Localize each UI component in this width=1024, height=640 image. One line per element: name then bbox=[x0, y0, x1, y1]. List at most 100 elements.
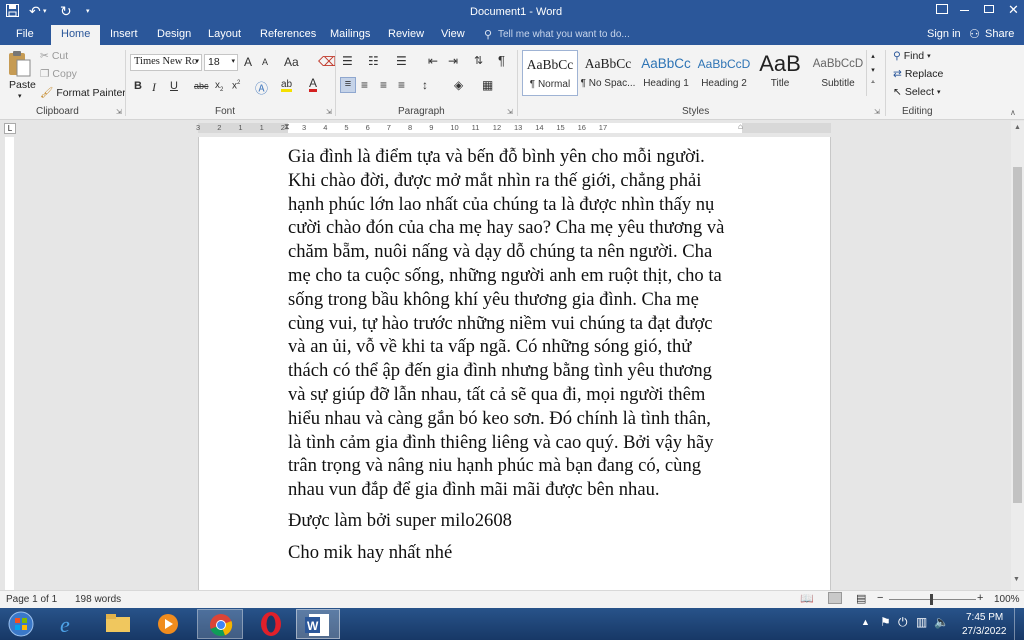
restore-icon[interactable] bbox=[984, 5, 994, 13]
sort-icon[interactable]: ⇅ bbox=[474, 54, 483, 67]
font-launcher-icon[interactable]: ⇲ bbox=[326, 108, 332, 116]
line-spacing-icon[interactable]: ↕ bbox=[422, 78, 428, 92]
share-icon[interactable]: ⚇ bbox=[969, 27, 980, 41]
scroll-up-icon[interactable]: ▲ bbox=[1011, 124, 1024, 131]
vertical-ruler[interactable] bbox=[5, 137, 14, 590]
chevron-up-icon[interactable]: ▴ bbox=[867, 52, 879, 60]
multilevel-list-icon[interactable]: ☰ bbox=[396, 54, 407, 68]
opera-icon[interactable] bbox=[248, 609, 294, 639]
page-count[interactable]: Page 1 of 1 bbox=[6, 594, 57, 605]
cut-button[interactable]: ✂ Cut bbox=[40, 50, 68, 62]
document-line[interactable]: và sự giúp đỡ lẫn nhau, tất cả sẽ qua đi… bbox=[288, 383, 705, 407]
borders-icon[interactable]: ▦ bbox=[482, 78, 493, 92]
web-layout-icon[interactable]: ▤ bbox=[856, 592, 866, 605]
tab-file[interactable]: File bbox=[16, 28, 34, 40]
font-size-box[interactable]: 18 ▾ bbox=[204, 54, 238, 71]
select-button[interactable]: ↖ Select ▾ bbox=[893, 86, 941, 98]
subscript-button[interactable]: x2 bbox=[215, 80, 223, 93]
scrollbar-thumb[interactable] bbox=[1013, 167, 1022, 503]
internet-explorer-icon[interactable]: e bbox=[56, 612, 84, 636]
document-line[interactable]: hiểu nhau và càng gắn bó keo sơn. Đó chí… bbox=[288, 407, 711, 431]
save-icon[interactable] bbox=[6, 4, 19, 17]
vertical-scrollbar[interactable]: ▲ ▼ bbox=[1011, 121, 1024, 590]
document-line[interactable]: chăm bẵm, nuôi nấng và dạy dỗ chúng ta n… bbox=[288, 240, 712, 264]
right-indent-marker-icon[interactable]: ⌂ bbox=[738, 122, 743, 131]
collapse-ribbon-icon[interactable]: ∧ bbox=[1010, 108, 1016, 117]
show-formatting-button[interactable]: ¶ bbox=[498, 53, 505, 68]
share-button[interactable]: Share bbox=[985, 28, 1014, 40]
bold-button[interactable]: B bbox=[134, 80, 142, 92]
tab-home[interactable]: Home bbox=[51, 25, 101, 45]
clear-formatting-icon[interactable]: ⌫ bbox=[318, 54, 336, 70]
action-center-icon[interactable]: ⚑ bbox=[880, 615, 891, 629]
shrink-font-icon[interactable]: A bbox=[262, 57, 268, 67]
tab-layout[interactable]: Layout bbox=[208, 28, 241, 40]
styles-launcher-icon[interactable]: ⇲ bbox=[874, 108, 880, 116]
numbering-icon[interactable]: ☷ bbox=[368, 54, 379, 68]
clock-time[interactable]: 7:45 PM bbox=[966, 612, 1003, 623]
ribbon-display-options-icon[interactable] bbox=[936, 4, 948, 14]
start-orb[interactable] bbox=[3, 610, 39, 638]
show-desktop-button[interactable] bbox=[1014, 608, 1024, 640]
author-line[interactable]: Được làm bởi super milo2608 bbox=[288, 509, 512, 533]
style-title[interactable]: AaB Title bbox=[752, 50, 808, 96]
format-painter-button[interactable]: 🖌 Format Painter bbox=[40, 86, 126, 100]
tab-review[interactable]: Review bbox=[388, 28, 424, 40]
paragraph-launcher-icon[interactable]: ⇲ bbox=[507, 108, 513, 116]
zoom-out-button[interactable]: − bbox=[877, 592, 883, 604]
align-right-icon[interactable]: ≡ bbox=[380, 78, 387, 92]
font-color-button[interactable]: A bbox=[309, 77, 318, 92]
document-line[interactable]: nhau vun đắp để gia đình mãi mãi được bê… bbox=[288, 478, 660, 502]
redo-icon[interactable]: ↻ bbox=[60, 3, 72, 20]
document-line[interactable]: là tình cảm gia đình thiêng liêng và cao… bbox=[288, 431, 714, 455]
text-effects-icon[interactable]: Ⓐ bbox=[255, 78, 268, 97]
document-line[interactable]: Khi chào đời, được mở mắt nhìn ra thế gi… bbox=[288, 169, 701, 193]
indent-marker-icon[interactable]: ⧗ bbox=[284, 122, 290, 132]
minimize-icon[interactable] bbox=[960, 10, 969, 11]
change-case-icon[interactable]: Aa bbox=[284, 55, 299, 69]
document-line[interactable]: hạnh phúc lớn lao nhất của chúng ta là đ… bbox=[288, 193, 714, 217]
replace-button[interactable]: ⇄ Replace bbox=[893, 68, 943, 80]
highlight-button[interactable]: ab bbox=[281, 80, 293, 92]
zoom-slider-thumb[interactable] bbox=[930, 594, 933, 605]
clock-date[interactable]: 27/3/2022 bbox=[962, 626, 1007, 637]
tab-insert[interactable]: Insert bbox=[110, 28, 138, 40]
power-icon[interactable]: ⏻ bbox=[898, 615, 908, 630]
tab-view[interactable]: View bbox=[441, 28, 465, 40]
document-line[interactable]: sống trong bầu không khí yêu thương gia … bbox=[288, 288, 699, 312]
volume-icon[interactable]: 🔈 bbox=[934, 615, 949, 629]
read-mode-icon[interactable]: 📖 bbox=[800, 592, 814, 605]
word-count[interactable]: 198 words bbox=[75, 594, 121, 605]
style-normal[interactable]: AaBbCc ¶ Normal bbox=[522, 50, 578, 96]
closing-line[interactable]: Cho mik hay nhất nhé bbox=[288, 541, 452, 565]
sign-in-link[interactable]: Sign in bbox=[927, 28, 961, 40]
paste-button[interactable]: Paste ▾ bbox=[6, 50, 36, 102]
print-layout-icon[interactable] bbox=[828, 592, 842, 604]
document-line[interactable]: mẹ cho ta cuộc sống, những người anh em … bbox=[288, 264, 722, 288]
customize-qat-icon[interactable]: ▾ bbox=[86, 7, 90, 15]
tell-me-box[interactable]: Tell me what you want to do... bbox=[498, 29, 630, 40]
file-explorer-icon[interactable] bbox=[105, 613, 131, 633]
clipboard-launcher-icon[interactable]: ⇲ bbox=[116, 108, 122, 116]
styles-scroller[interactable]: ▴ ▾ ⩡ bbox=[866, 50, 879, 96]
style-heading-1[interactable]: AaBbCc Heading 1 bbox=[638, 50, 694, 96]
style-no-spacing[interactable]: AaBbCc ¶ No Spac... bbox=[580, 50, 636, 96]
tab-selector[interactable]: L bbox=[4, 123, 16, 134]
show-hidden-icons-icon[interactable]: ▲ bbox=[861, 617, 870, 627]
undo-icon[interactable]: ↶ bbox=[29, 3, 41, 20]
scroll-down-icon[interactable]: ▼ bbox=[1013, 576, 1020, 583]
undo-dropdown-icon[interactable]: ▾ bbox=[43, 7, 47, 15]
font-name-box[interactable]: Times New Ro ▾ bbox=[130, 54, 202, 71]
underline-button[interactable]: U bbox=[170, 80, 178, 92]
bullets-icon[interactable]: ☰ bbox=[342, 54, 353, 68]
copy-button[interactable]: ❐ Copy bbox=[40, 68, 77, 80]
document-line[interactable]: cùng vui, tự hào trước những niềm vui ch… bbox=[288, 312, 713, 336]
strikethrough-button[interactable]: abc bbox=[194, 81, 209, 91]
more-styles-icon[interactable]: ⩡ bbox=[867, 79, 879, 87]
italic-button[interactable]: I bbox=[152, 80, 156, 95]
chevron-down-icon[interactable]: ▾ bbox=[867, 66, 879, 74]
align-left-icon[interactable]: ≡ bbox=[340, 77, 356, 93]
document-line[interactable]: trân trọng và nâng niu hạnh phúc mà bạn … bbox=[288, 454, 701, 478]
media-player-icon[interactable] bbox=[155, 613, 181, 635]
word-icon[interactable]: W bbox=[296, 609, 340, 639]
